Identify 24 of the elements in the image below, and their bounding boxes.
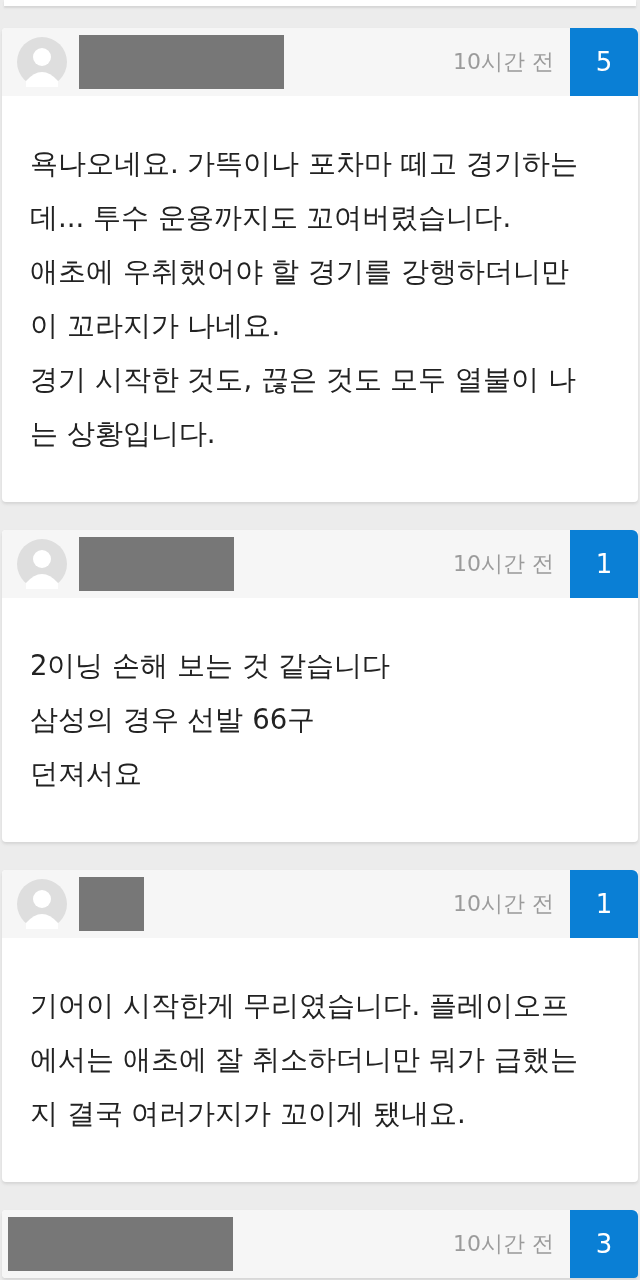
vote-count-badge: 1	[570, 530, 638, 598]
comment-text: 던져서요	[30, 756, 143, 791]
comment-time: 10시간 전	[453, 48, 554, 76]
vote-count-badge: 1	[570, 870, 638, 938]
comment-time: 10시간 전	[453, 550, 554, 578]
comment-text: 이 꼬라지가 나네요.	[30, 308, 282, 343]
comment-time: 10시간 전	[453, 890, 554, 918]
vote-count-badge: 5	[570, 28, 638, 96]
comment-text: 는 상황입니다.	[30, 416, 217, 451]
comment-text: 데... 투수 운용까지도 꼬여버렸습니다.	[30, 200, 513, 235]
comment-text: 에서는 애초에 잘 취소하더니만 뭐가 급했는	[30, 1042, 579, 1077]
comment-text: 삼성의 경우 선발 66구	[30, 702, 317, 737]
comment-text: 2이닝 손해 보는 것 같습니다	[30, 648, 392, 683]
comment-text: 경기 시작한 것도, 끊은 것도 모두 열불이 나	[30, 362, 577, 397]
avatar-icon	[17, 879, 67, 929]
redacted-name	[79, 877, 144, 931]
comment-text: 지 결국 여러가지가 꼬이게 됐내요.	[30, 1096, 467, 1131]
avatar-icon	[17, 539, 67, 589]
comment-text: 애초에 우취했어야 할 경기를 강행하더니만	[30, 254, 570, 289]
comment-text: 욕나오네요. 가뜩이나 포차마 떼고 경기하는	[30, 146, 579, 181]
comment-text: 기어이 시작한게 무리였습니다. 플레이오프	[30, 988, 570, 1023]
avatar-icon	[17, 37, 67, 87]
vote-count-badge: 3	[570, 1210, 638, 1278]
comment-time: 10시간 전	[453, 1230, 554, 1258]
